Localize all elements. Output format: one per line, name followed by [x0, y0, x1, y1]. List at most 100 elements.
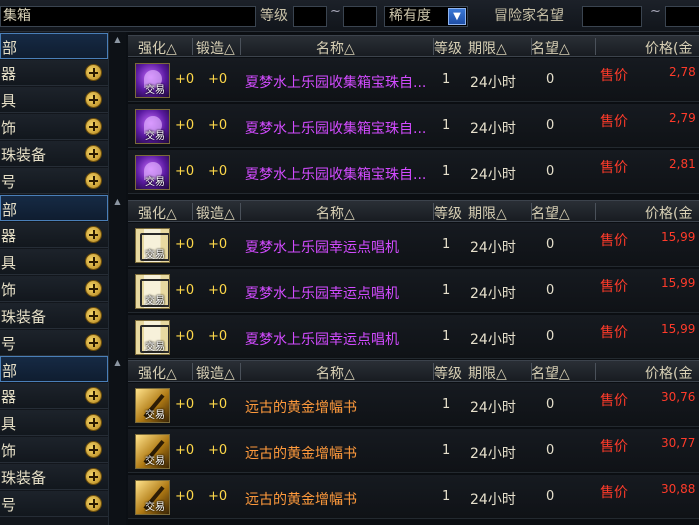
table-row[interactable]: 交易 +0 +0 夏梦水上乐园幸运点唱机 1 24小时 0 售价 15,99: [128, 223, 699, 267]
duration-value: 24小时: [470, 167, 516, 183]
category-item[interactable]: 饰: [0, 276, 108, 302]
category-item[interactable]: 号: [0, 491, 108, 517]
chevron-down-icon[interactable]: ▼: [448, 8, 466, 25]
record-player-icon[interactable]: 交易: [135, 228, 170, 263]
sort-enhance-header[interactable]: 强化△: [138, 363, 177, 383]
sort-reputation-header[interactable]: 名望△: [531, 38, 570, 58]
golden-book-icon[interactable]: 交易: [135, 434, 170, 469]
zoom-in-icon[interactable]: [85, 226, 102, 243]
zoom-in-icon[interactable]: [85, 118, 102, 135]
golden-book-icon[interactable]: 交易: [135, 480, 170, 515]
category-label: 器: [1, 388, 17, 406]
category-item[interactable]: 珠装备: [0, 141, 108, 167]
reputation-max-input[interactable]: [665, 6, 699, 27]
reputation-value: 0: [546, 283, 555, 298]
table-row[interactable]: 交易 +0 +0 夏梦水上乐园收集箱宝珠自... 1 24小时 0 售价 2,81: [128, 150, 699, 194]
golden-book-icon[interactable]: 交易: [135, 388, 170, 423]
category-item[interactable]: 具: [0, 249, 108, 275]
item-name: 夏梦水上乐园收集箱宝珠自...: [245, 167, 427, 183]
sort-duration-header[interactable]: 期限△: [468, 363, 507, 383]
category-label: 号: [1, 335, 17, 353]
table-row[interactable]: 交易 +0 +0 远古的黄金增幅书 1 24小时 0 售价 30,76: [128, 383, 699, 427]
category-scrollbar[interactable]: ▲ ▲ ▲: [108, 32, 126, 525]
table-row[interactable]: 交易 +0 +0 远古的黄金增幅书 1 24小时 0 售价 30,88: [128, 475, 699, 519]
category-item[interactable]: 具: [0, 87, 108, 113]
record-player-icon[interactable]: 交易: [135, 274, 170, 309]
zoom-in-icon[interactable]: [85, 468, 102, 485]
level-value: 1: [442, 118, 451, 133]
category-item[interactable]: 部: [0, 33, 108, 59]
enhance-value: +0: [175, 397, 195, 412]
zoom-in-icon[interactable]: [85, 172, 102, 189]
category-item[interactable]: 器: [0, 222, 108, 248]
zoom-in-icon[interactable]: [85, 91, 102, 108]
category-item[interactable]: 部: [0, 356, 108, 382]
sort-level-header[interactable]: 等级: [434, 363, 462, 383]
sort-duration-header[interactable]: 期限△: [468, 38, 507, 58]
category-item[interactable]: 器: [0, 383, 108, 409]
duration-value: 24小时: [470, 121, 516, 137]
zoom-in-icon[interactable]: [85, 414, 102, 431]
reputation-value: 0: [546, 72, 555, 87]
zoom-in-icon[interactable]: [85, 334, 102, 351]
sort-price-header[interactable]: 价格(金: [645, 38, 692, 58]
sort-price-header[interactable]: 价格(金: [645, 203, 692, 223]
sort-name-header[interactable]: 名称△: [316, 38, 355, 58]
rarity-select[interactable]: 稀有度 ▼: [384, 6, 468, 27]
sort-reputation-header[interactable]: 名望△: [531, 203, 570, 223]
zoom-in-icon[interactable]: [85, 64, 102, 81]
purple-swimsuit-icon[interactable]: 交易: [135, 63, 170, 98]
reputation-min-input[interactable]: [582, 6, 642, 27]
category-item[interactable]: 饰: [0, 114, 108, 140]
level-max-input[interactable]: [343, 6, 377, 27]
sort-name-header[interactable]: 名称△: [316, 363, 355, 383]
category-item[interactable]: 号: [0, 168, 108, 194]
purple-swimsuit-icon[interactable]: 交易: [135, 155, 170, 190]
sort-level-header[interactable]: 等级: [434, 38, 462, 58]
table-row[interactable]: 交易 +0 +0 夏梦水上乐园幸运点唱机 1 24小时 0 售价 15,99: [128, 315, 699, 359]
category-item[interactable]: 号: [0, 330, 108, 356]
list-header: 强化△ 锻造△ 名称△ 等级 期限△ 名望△ 价格(金: [128, 35, 699, 57]
zoom-in-icon[interactable]: [85, 307, 102, 324]
sort-forge-header[interactable]: 锻造△: [196, 38, 235, 58]
sort-duration-header[interactable]: 期限△: [468, 203, 507, 223]
scroll-up-icon[interactable]: ▲: [112, 35, 123, 44]
scroll-up-icon[interactable]: ▲: [112, 358, 123, 367]
item-name-input[interactable]: 集箱: [0, 6, 256, 27]
category-item[interactable]: 珠装备: [0, 464, 108, 490]
sort-forge-header[interactable]: 锻造△: [196, 363, 235, 383]
sort-name-header[interactable]: 名称△: [316, 203, 355, 223]
table-row[interactable]: 交易 +0 +0 夏梦水上乐园收集箱宝珠自... 1 24小时 0 售价 2,79: [128, 104, 699, 148]
zoom-in-icon[interactable]: [85, 253, 102, 270]
sell-price-label: 售价: [600, 325, 628, 341]
sort-reputation-header[interactable]: 名望△: [531, 363, 570, 383]
sort-price-header[interactable]: 价格(金: [645, 363, 692, 383]
category-item[interactable]: 器: [0, 60, 108, 86]
sort-forge-header[interactable]: 锻造△: [196, 203, 235, 223]
zoom-in-icon[interactable]: [85, 495, 102, 512]
purple-swimsuit-icon[interactable]: 交易: [135, 109, 170, 144]
category-label: 具: [1, 254, 17, 272]
level-min-input[interactable]: [293, 6, 327, 27]
category-label: 具: [1, 415, 17, 433]
table-row[interactable]: 交易 +0 +0 夏梦水上乐园收集箱宝珠自... 1 24小时 0 售价 2,78: [128, 58, 699, 102]
category-item[interactable]: 部: [0, 195, 108, 221]
category-item[interactable]: 饰: [0, 437, 108, 463]
zoom-in-icon[interactable]: [85, 441, 102, 458]
table-row[interactable]: 交易 +0 +0 夏梦水上乐园幸运点唱机 1 24小时 0 售价 15,99: [128, 269, 699, 313]
sort-enhance-header[interactable]: 强化△: [138, 38, 177, 58]
sort-enhance-header[interactable]: 强化△: [138, 203, 177, 223]
category-label: 饰: [1, 281, 17, 299]
item-name: 夏梦水上乐园收集箱宝珠自...: [245, 121, 427, 137]
sort-level-header[interactable]: 等级: [434, 203, 462, 223]
header-divider: [531, 203, 532, 220]
table-row[interactable]: 交易 +0 +0 远古的黄金增幅书 1 24小时 0 售价 30,77: [128, 429, 699, 473]
zoom-in-icon[interactable]: [85, 280, 102, 297]
record-player-icon[interactable]: 交易: [135, 320, 170, 355]
category-item[interactable]: 珠装备: [0, 303, 108, 329]
zoom-in-icon[interactable]: [85, 387, 102, 404]
zoom-in-icon[interactable]: [85, 145, 102, 162]
category-item[interactable]: 具: [0, 410, 108, 436]
scroll-up-icon[interactable]: ▲: [112, 197, 123, 206]
level-value: 1: [442, 237, 451, 252]
